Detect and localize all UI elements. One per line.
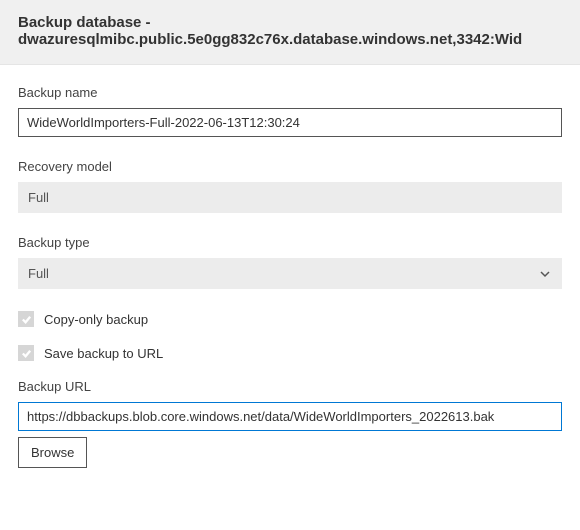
dialog-title-line2: dwazuresqlmibc.public.5e0gg832c76x.datab… — [18, 31, 562, 48]
backup-name-field: Backup name — [18, 85, 562, 137]
copy-only-checkbox-row[interactable]: Copy-only backup — [18, 311, 562, 327]
backup-url-field: Backup URL Browse — [18, 379, 562, 468]
recovery-model-value: Full — [18, 182, 562, 213]
dialog-content: Backup name Recovery model Full Backup t… — [0, 65, 580, 500]
chevron-down-icon — [538, 267, 552, 281]
save-to-url-checkbox-row[interactable]: Save backup to URL — [18, 345, 562, 361]
backup-type-label: Backup type — [18, 235, 562, 250]
copy-only-checkbox[interactable] — [18, 311, 34, 327]
check-icon — [21, 348, 32, 359]
dialog-title-line1: Backup database - — [18, 14, 562, 31]
backup-name-label: Backup name — [18, 85, 562, 100]
recovery-model-label: Recovery model — [18, 159, 562, 174]
save-to-url-label: Save backup to URL — [44, 346, 163, 361]
copy-only-label: Copy-only backup — [44, 312, 148, 327]
save-to-url-checkbox[interactable] — [18, 345, 34, 361]
backup-type-field: Backup type Full — [18, 235, 562, 289]
backup-name-input[interactable] — [18, 108, 562, 137]
backup-type-value: Full — [28, 266, 49, 281]
backup-url-input[interactable] — [18, 402, 562, 431]
backup-type-select[interactable]: Full — [18, 258, 562, 289]
backup-url-label: Backup URL — [18, 379, 562, 394]
browse-button[interactable]: Browse — [18, 437, 87, 468]
recovery-model-field: Recovery model Full — [18, 159, 562, 213]
dialog-header: Backup database - dwazuresqlmibc.public.… — [0, 0, 580, 65]
check-icon — [21, 314, 32, 325]
